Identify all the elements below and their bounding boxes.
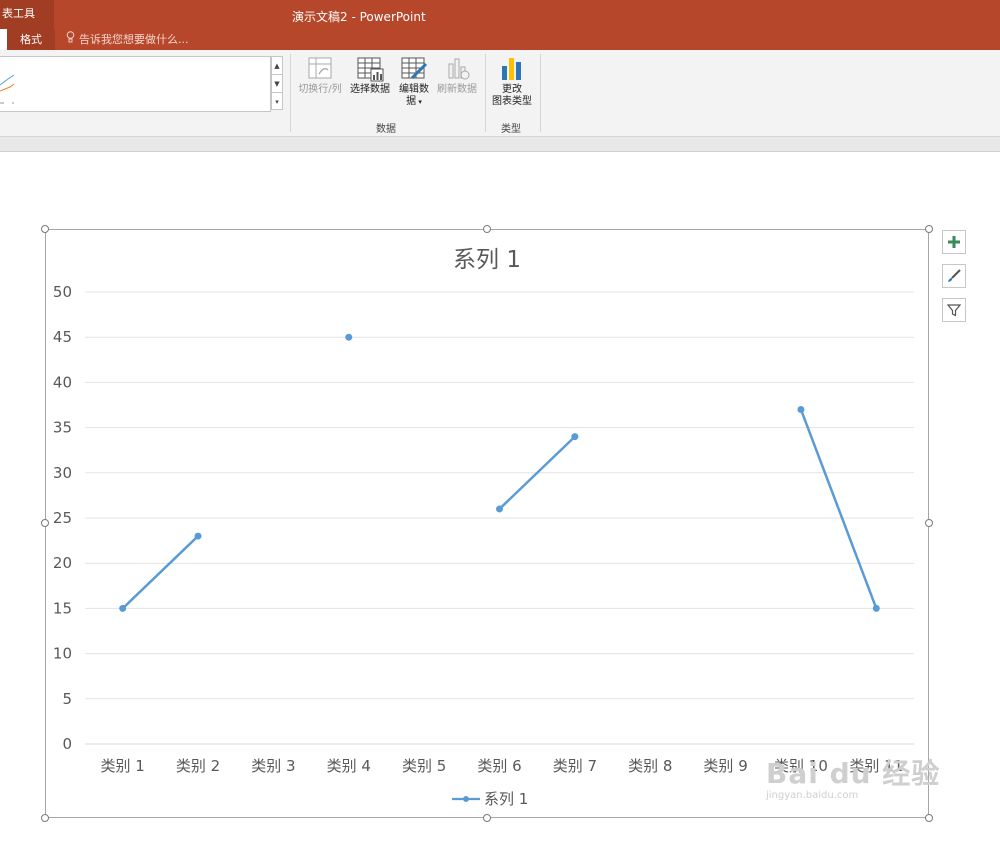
data-point (571, 433, 579, 441)
data-point (797, 406, 805, 414)
x-tick-label: 类别 8 (628, 757, 672, 775)
y-tick-label: 40 (53, 373, 72, 391)
x-tick-label: 类别 3 (251, 757, 295, 775)
y-tick-label: 25 (53, 509, 72, 527)
baidu-watermark: Bai du 经验 jingyan.baidu.com (766, 752, 940, 801)
data-point (119, 604, 127, 612)
plot-area: 0 5 10 15 20 25 30 35 40 45 50 类别 1 类别 2 类别 3 类别 4 类别 5… (53, 283, 914, 775)
x-tick-label: 类别 9 (703, 757, 747, 775)
y-tick-label: 10 (53, 645, 72, 663)
y-tick-label: 45 (53, 328, 72, 346)
y-tick-label: 30 (53, 464, 72, 482)
y-tick-label: 20 (53, 554, 72, 572)
x-tick-label: 类别 4 (327, 757, 371, 775)
y-tick-label: 50 (53, 283, 72, 301)
y-tick-label: 0 (62, 735, 72, 753)
legend-line-marker (452, 795, 480, 802)
data-point (496, 505, 503, 513)
watermark-brand: Bai du 经验 (766, 757, 941, 790)
x-tick-label: 类别 1 (101, 757, 145, 775)
chart-legend[interactable]: 系列 1 (452, 788, 528, 809)
data-point (194, 532, 202, 540)
x-tick-label: 类别 5 (402, 757, 446, 775)
series-line-segment (121, 535, 199, 610)
x-tick-label: 类别 2 (176, 757, 220, 775)
legend-label: 系列 1 (484, 790, 529, 808)
y-tick-label: 35 (53, 419, 72, 437)
x-tick-label: 类别 6 (477, 757, 521, 775)
x-tick-label: 类别 7 (553, 757, 597, 775)
series-line-segment (799, 409, 878, 609)
data-point (872, 604, 880, 612)
data-point (345, 333, 353, 341)
y-tick-label: 15 (53, 599, 72, 617)
y-tick-label: 5 (62, 690, 72, 708)
